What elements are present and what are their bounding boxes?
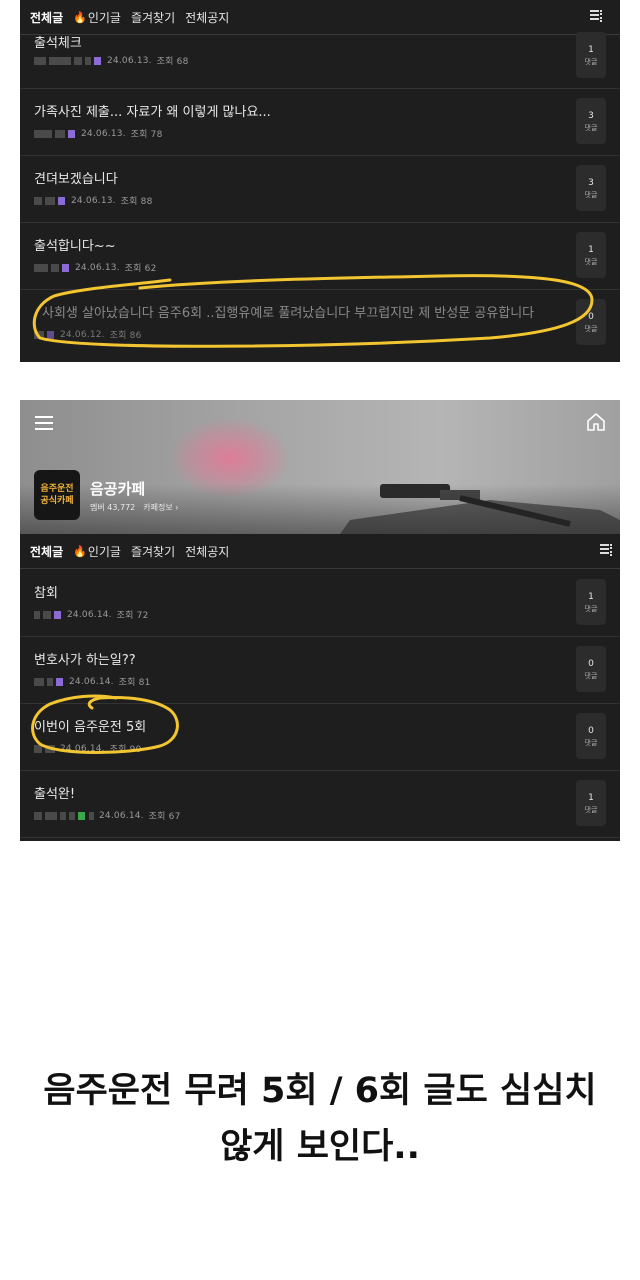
caption-line-2: 않게 보인다.. [220, 1127, 420, 1167]
hamburger-menu-icon[interactable] [35, 416, 53, 434]
level-badge-icon [94, 56, 101, 65]
post-meta: 24.06.14. 조회 90 [34, 742, 142, 755]
post-meta: 24.06.12. 조회 86 [34, 328, 142, 341]
level-badge-icon [47, 330, 54, 339]
post-date: 24.06.13. [81, 128, 126, 139]
post-views: 조회 62 [124, 264, 157, 274]
post-title: 출석체크 [34, 36, 82, 51]
post-date: 24.06.13. [71, 195, 116, 206]
post-title: 참회 [34, 586, 58, 601]
post-date: 24.06.14. [69, 676, 114, 687]
list-menu-icon[interactable] [590, 10, 604, 22]
cafe-logo-text: 음주운전 공식카페 [40, 484, 74, 506]
list-item[interactable]: 견뎌보겠습니다 24.06.13. 조회 88 3 댓글 [20, 156, 620, 223]
cafe-sub: 멤버 43,772 카페정보 › [90, 502, 186, 513]
list-item[interactable]: 참회 24.06.14. 조회 72 1 댓글 [20, 570, 620, 637]
cafe-screenshot-top: 전체글 🔥 인기글 즐겨찾기 전체공지 출석체크 24.06.13. 조회 68 … [20, 0, 620, 362]
tab-popular[interactable]: 🔥 인기글 [73, 543, 121, 560]
comment-count[interactable]: 1 댓글 [576, 579, 606, 625]
list-item[interactable]: 변호사가 하는일?? 24.06.14. 조회 81 0 댓글 [20, 637, 620, 704]
post-views: 조회 68 [156, 57, 189, 67]
comment-count[interactable]: 0 댓글 [576, 713, 606, 759]
member-count: 멤버 43,772 [90, 503, 136, 512]
comment-count[interactable]: 1 댓글 [576, 32, 606, 78]
level-badge-icon [78, 811, 85, 820]
list-item[interactable]: 이번이 음주운전 5회 24.06.14. 조회 90 0 댓글 [20, 704, 620, 771]
comment-count[interactable]: 1 댓글 [576, 780, 606, 826]
cafe-screenshot-bottom: 음주운전 공식카페 음공카페 멤버 43,772 카페정보 › 전체글 🔥 인기글… [20, 400, 620, 841]
comment-count[interactable]: 1 댓글 [576, 232, 606, 278]
post-title: 출석합니다~~ [34, 239, 116, 254]
list-item[interactable]: 출석합니다~~ 24.06.13. 조회 62 1 댓글 [20, 223, 620, 290]
tab-favorites[interactable]: 즐겨찾기 [131, 9, 175, 26]
comment-count[interactable]: 0 댓글 [576, 646, 606, 692]
post-title: 이번이 음주운전 5회 [34, 720, 147, 735]
level-badge-icon [58, 196, 65, 205]
post-title: 가족사진 제출... 자료가 왜 이렇게 많나요... [34, 105, 271, 120]
post-date: 24.06.13. [107, 55, 152, 66]
post-meta: 24.06.13. 조회 88 [34, 194, 153, 207]
level-badge-icon [54, 610, 61, 619]
fire-icon: 🔥 [73, 10, 87, 24]
post-date: 24.06.14. [67, 609, 112, 620]
post-views: 조회 86 [109, 331, 142, 341]
post-date: 24.06.14. [99, 810, 144, 821]
cafe-info-link[interactable]: 카페정보 › [143, 502, 178, 513]
post-views: 조회 67 [148, 812, 181, 822]
post-date: 24.06.13. [75, 262, 120, 273]
post-views: 조회 88 [120, 197, 153, 207]
cafe-banner: 음주운전 공식카페 음공카페 멤버 43,772 카페정보 › [20, 400, 620, 534]
tab-notices[interactable]: 전체공지 [185, 543, 229, 560]
post-meta: 24.06.14. 조회 72 [34, 608, 149, 621]
cafe-logo[interactable]: 음주운전 공식카페 [34, 470, 80, 520]
tab-all-posts[interactable]: 전체글 [30, 543, 63, 560]
tab-notices[interactable]: 전체공지 [185, 9, 229, 26]
level-badge-icon [56, 677, 63, 686]
home-icon[interactable] [586, 412, 606, 432]
fire-icon: 🔥 [73, 544, 87, 558]
post-meta: 24.06.14. 조회 81 [34, 675, 151, 688]
level-badge-icon [62, 263, 69, 272]
level-badge-icon [68, 129, 75, 138]
post-views: 조회 72 [116, 611, 149, 621]
list-item[interactable]: 출석완! 24.06.14. 조회 67 1 댓글 [20, 771, 620, 838]
list-menu-icon[interactable] [600, 544, 614, 556]
tab-all-posts[interactable]: 전체글 [30, 9, 63, 26]
list-item[interactable]: 출석체크 24.06.13. 조회 68 1 댓글 [20, 26, 620, 89]
post-date: 24.06.14. [60, 743, 105, 754]
post-meta: 24.06.13. 조회 68 [34, 54, 189, 67]
post-title: 견뎌보겠습니다 [34, 172, 118, 187]
cafe-name: 음공카페 [90, 480, 146, 498]
post-views: 조회 90 [109, 745, 142, 755]
post-title: 출석완! [34, 787, 76, 802]
post-title: 변호사가 하는일?? [34, 653, 136, 668]
post-meta: 24.06.13. 조회 78 [34, 127, 163, 140]
caption-line-1: 음주운전 무려 5회 / 6회 글도 심심치 [43, 1071, 597, 1111]
comment-count[interactable]: 0 댓글 [576, 299, 606, 345]
post-meta: 24.06.14. 조회 67 [34, 809, 181, 822]
comment-count[interactable]: 3 댓글 [576, 98, 606, 144]
tab-favorites[interactable]: 즐겨찾기 [131, 543, 175, 560]
list-item[interactable]: 가족사진 제출... 자료가 왜 이렇게 많나요... 24.06.13. 조회… [20, 89, 620, 156]
post-meta: 24.06.13. 조회 62 [34, 261, 157, 274]
post-views: 조회 81 [118, 678, 151, 688]
post-title: 사회생 살아났습니다 음주6회 ..집행유예로 풀려났습니다 부끄럽지만 제 반… [42, 306, 535, 321]
post-date: 24.06.12. [60, 329, 105, 340]
tab-popular[interactable]: 🔥 인기글 [73, 9, 121, 26]
board-tabs: 전체글 🔥 인기글 즐겨찾기 전체공지 [20, 534, 620, 569]
post-views: 조회 78 [130, 130, 163, 140]
comment-count[interactable]: 3 댓글 [576, 165, 606, 211]
list-item[interactable]: 사회생 살아났습니다 음주6회 ..집행유예로 풀려났습니다 부끄럽지만 제 반… [20, 290, 620, 356]
